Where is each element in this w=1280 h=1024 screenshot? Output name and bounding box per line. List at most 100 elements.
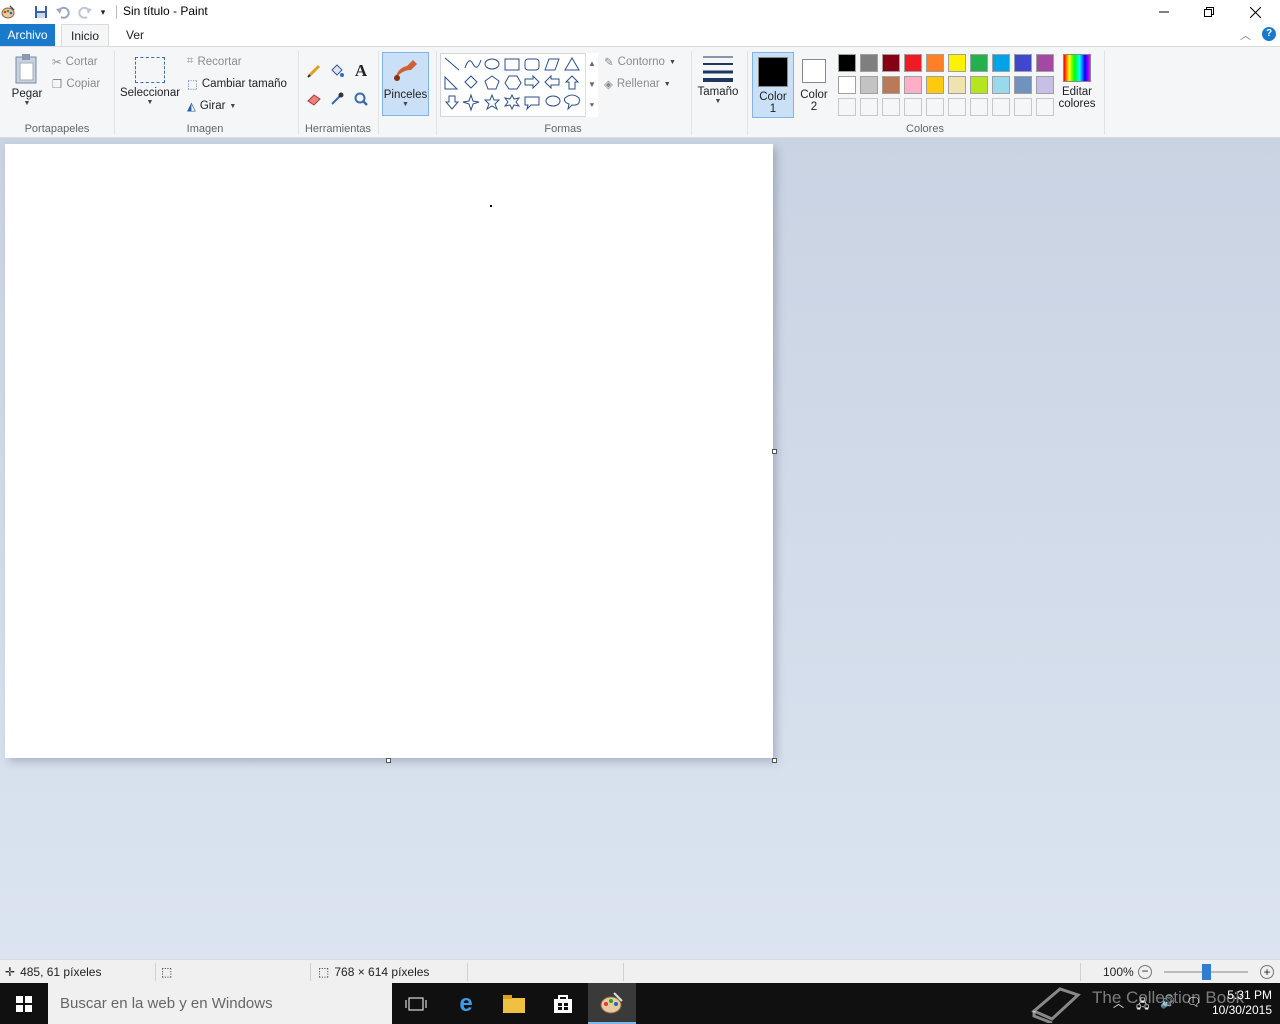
color-swatch[interactable]	[1014, 54, 1032, 72]
custom-color-slot[interactable]	[992, 98, 1010, 116]
customize-quick-access-icon[interactable]: ▾	[97, 4, 109, 20]
custom-color-slot[interactable]	[860, 98, 878, 116]
fill-icon: ◈	[604, 79, 613, 91]
color-swatch[interactable]	[948, 54, 966, 72]
resize-button[interactable]: ⬚ Cambiar tamaño	[187, 77, 287, 91]
close-button[interactable]	[1232, 0, 1278, 24]
file-explorer-icon[interactable]	[490, 983, 538, 1024]
crop-button[interactable]: ⌗ Recortar	[187, 55, 242, 68]
eraser-icon[interactable]	[304, 89, 324, 109]
taskbar-search-box[interactable]: Buscar en la web y en Windows	[48, 983, 392, 1024]
paint-taskbar-icon[interactable]	[588, 983, 636, 1024]
color-swatch[interactable]	[1036, 76, 1054, 94]
title-separator	[116, 5, 117, 19]
custom-color-slot[interactable]	[904, 98, 922, 116]
outline-button[interactable]: ✎ Contorno ▼	[604, 55, 676, 69]
color-swatch[interactable]	[1036, 54, 1054, 72]
save-icon[interactable]	[33, 4, 49, 20]
color-swatch[interactable]	[970, 76, 988, 94]
resize-handle-corner[interactable]	[772, 758, 777, 763]
paint-app-icon[interactable]	[0, 4, 16, 20]
copy-button[interactable]: ❐ Copiar	[52, 77, 100, 91]
edge-browser-icon[interactable]: e	[442, 983, 490, 1024]
tab-home[interactable]: Inicio	[61, 24, 109, 47]
color-swatch[interactable]	[904, 76, 922, 94]
collapse-ribbon-icon[interactable]: ︿	[1240, 27, 1251, 43]
shapes-scroll[interactable]: ▲ ▼ ⯆	[585, 53, 598, 117]
tools-group-label: Herramientas	[304, 123, 372, 135]
color2-number: 2	[810, 101, 818, 113]
rotate-button[interactable]: ◭ Girar ▼	[187, 99, 236, 113]
fill-button[interactable]: ◈ Rellenar ▼	[604, 77, 671, 91]
tab-view[interactable]: Ver	[118, 24, 152, 46]
magnifier-icon[interactable]	[351, 89, 371, 109]
color-swatch[interactable]	[992, 54, 1010, 72]
color1-button[interactable]: Color 1	[752, 52, 794, 118]
color-picker-icon[interactable]	[327, 89, 347, 109]
restore-button[interactable]	[1186, 0, 1232, 24]
resize-handle-right[interactable]	[772, 449, 777, 454]
color1-swatch	[758, 57, 788, 87]
rainbow-icon	[1063, 54, 1091, 82]
resize-handle-bottom[interactable]	[386, 758, 391, 763]
help-icon[interactable]: ?	[1262, 27, 1276, 41]
shapes-scroll-up-icon[interactable]: ▲	[586, 53, 598, 74]
custom-color-slot[interactable]	[970, 98, 988, 116]
color-swatch[interactable]	[882, 54, 900, 72]
fill-bucket-icon[interactable]	[327, 61, 347, 81]
text-tool-icon[interactable]: A	[351, 61, 371, 81]
size-dropdown-icon: ▼	[714, 98, 722, 105]
title-bar: ▾ Sin título - Paint	[0, 0, 1280, 24]
zoom-slider-thumb[interactable]	[1202, 964, 1211, 980]
color-swatch[interactable]	[838, 76, 856, 94]
color-swatch[interactable]	[926, 54, 944, 72]
color2-button[interactable]: Color 2	[797, 52, 831, 118]
zoom-in-button[interactable]: +	[1260, 965, 1274, 979]
drawing-canvas[interactable]	[5, 144, 773, 758]
show-hidden-icons-icon[interactable]: ︿	[1113, 995, 1124, 1011]
color-swatch[interactable]	[992, 76, 1010, 94]
custom-color-slot[interactable]	[948, 98, 966, 116]
clock[interactable]: 5:31 PM 10/30/2015	[1212, 988, 1272, 1018]
start-button[interactable]	[0, 983, 48, 1024]
size-button[interactable]: Tamaño ▼	[695, 53, 741, 117]
drawn-dot	[490, 205, 492, 207]
pencil-icon[interactable]	[304, 61, 324, 81]
zoom-out-button[interactable]: −	[1138, 965, 1152, 979]
custom-color-slot[interactable]	[882, 98, 900, 116]
minimize-button[interactable]	[1141, 0, 1187, 24]
color-swatch[interactable]	[904, 54, 922, 72]
custom-color-slot[interactable]	[1036, 98, 1054, 116]
tab-file[interactable]: Archivo	[0, 24, 55, 46]
custom-color-slot[interactable]	[926, 98, 944, 116]
group-separator	[436, 51, 437, 135]
edit-colors-button[interactable]: Editar colores	[1056, 53, 1098, 117]
notifications-icon[interactable]: 🗨	[1186, 995, 1201, 1009]
custom-color-slot[interactable]	[1014, 98, 1032, 116]
paste-button[interactable]: Pegar ▼	[6, 53, 48, 115]
custom-color-slot[interactable]	[838, 98, 856, 116]
shapes-expand-icon[interactable]: ⯆	[586, 95, 598, 116]
canvas-workspace	[0, 138, 1280, 959]
color-swatch[interactable]	[882, 76, 900, 94]
cut-button[interactable]: ✂ Cortar	[52, 55, 98, 69]
color-swatch[interactable]	[948, 76, 966, 94]
color-swatch[interactable]	[860, 76, 878, 94]
volume-icon[interactable]: 🔊	[1160, 995, 1175, 1009]
redo-icon[interactable]	[77, 4, 93, 20]
store-icon[interactable]	[539, 983, 587, 1024]
clipboard-group-label: Portapapeles	[24, 123, 90, 135]
shapes-scroll-down-icon[interactable]: ▼	[586, 74, 598, 95]
color-swatch[interactable]	[860, 54, 878, 72]
color-swatch[interactable]	[926, 76, 944, 94]
edit-colors-label-2: colores	[1058, 98, 1096, 110]
network-icon[interactable]: 🖧	[1136, 995, 1149, 1016]
color-swatch[interactable]	[970, 54, 988, 72]
brushes-button[interactable]: Pinceles ▼	[382, 52, 429, 116]
task-view-icon[interactable]	[392, 983, 440, 1024]
color-swatch[interactable]	[838, 54, 856, 72]
undo-icon[interactable]	[55, 4, 71, 20]
selection-size-icon: ⬚	[161, 965, 173, 979]
color-swatch[interactable]	[1014, 76, 1032, 94]
select-button[interactable]: Seleccionar ▼	[118, 53, 182, 117]
